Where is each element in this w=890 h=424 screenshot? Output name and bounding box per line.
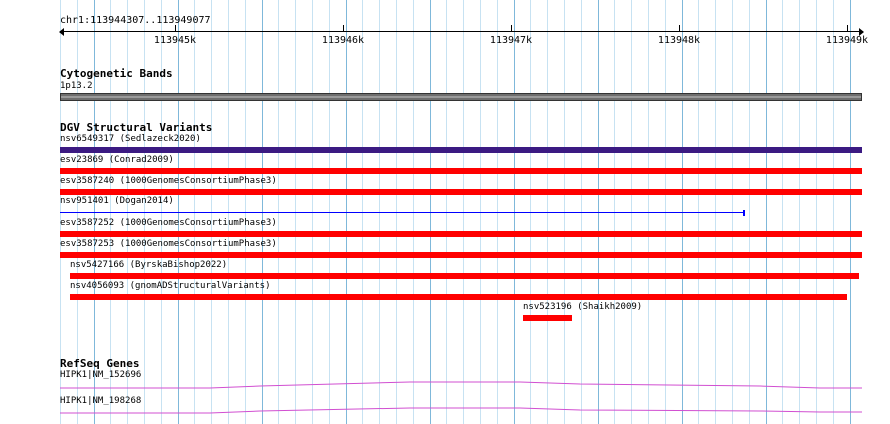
gene-feature[interactable] <box>60 406 862 416</box>
dgv-feature-label: nsv523196 (Shaikh2009) <box>523 302 643 312</box>
dgv-feature-bar[interactable] <box>60 231 862 237</box>
cytoband-feature[interactable] <box>60 93 862 101</box>
genome-browser-view[interactable]: chr1:113944307..113949077 113945k 113946… <box>0 0 890 424</box>
track-title-refseq[interactable]: RefSeq Genes <box>60 357 139 370</box>
dgv-feature-label: nsv6549317 (Sedlazeck2020) <box>60 134 201 144</box>
dgv-feature-bar[interactable] <box>60 212 744 213</box>
ruler-tick-label: 113945k <box>153 35 197 46</box>
grid-line <box>833 0 834 424</box>
dgv-feature-label: nsv4056093 (gnomADStructuralVariants) <box>70 281 271 291</box>
ruler-tick-label: 113946k <box>321 35 365 46</box>
dgv-feature-label: esv3587253 (1000GenomesConsortiumPhase3) <box>60 239 277 249</box>
grid-line <box>799 0 800 424</box>
dgv-feature-label: nsv951401 (Dogan2014) <box>60 196 174 206</box>
dgv-feature-label: esv3587252 (1000GenomesConsortiumPhase3) <box>60 218 277 228</box>
grid-line <box>850 0 851 424</box>
ruler-tick <box>679 25 680 32</box>
cytoband-label: 1p13.2 <box>60 81 93 91</box>
dgv-feature-bar[interactable] <box>60 189 862 195</box>
ruler-axis <box>60 31 863 32</box>
dgv-feature-bar[interactable] <box>70 294 847 300</box>
location-label: chr1:113944307..113949077 <box>60 15 211 26</box>
dgv-feature-bar[interactable] <box>60 147 862 153</box>
ruler-tick-label: 113947k <box>489 35 533 46</box>
track-title-dgv[interactable]: DGV Structural Variants <box>60 121 212 134</box>
grid-line <box>766 0 767 424</box>
ruler-tick <box>847 25 848 32</box>
dgv-feature-label: esv3587240 (1000GenomesConsortiumPhase3) <box>60 176 277 186</box>
dgv-feature-bar[interactable] <box>60 252 862 258</box>
ruler-tick <box>343 25 344 32</box>
dgv-feature-label: esv23869 (Conrad2009) <box>60 155 174 165</box>
ruler-tick <box>175 25 176 32</box>
grid-line <box>782 0 783 424</box>
dgv-feature-bar[interactable] <box>70 273 859 279</box>
ruler-tick <box>511 25 512 32</box>
scroll-left-arrow-icon[interactable] <box>59 28 64 36</box>
dgv-feature-label: nsv5427166 (ByrskaBishop2022) <box>70 260 228 270</box>
ruler[interactable]: chr1:113944307..113949077 113945k 113946… <box>59 0 868 50</box>
grid-line <box>749 0 750 424</box>
gene-feature[interactable] <box>60 380 862 390</box>
grid-line <box>816 0 817 424</box>
dgv-feature-bar[interactable] <box>60 168 862 174</box>
ruler-tick-label: 113949k <box>825 35 869 46</box>
ruler-tick-label: 113948k <box>657 35 701 46</box>
dgv-feature-endcap <box>743 210 745 216</box>
dgv-feature-bar[interactable] <box>523 315 572 321</box>
track-title-cytobands[interactable]: Cytogenetic Bands <box>60 67 173 80</box>
